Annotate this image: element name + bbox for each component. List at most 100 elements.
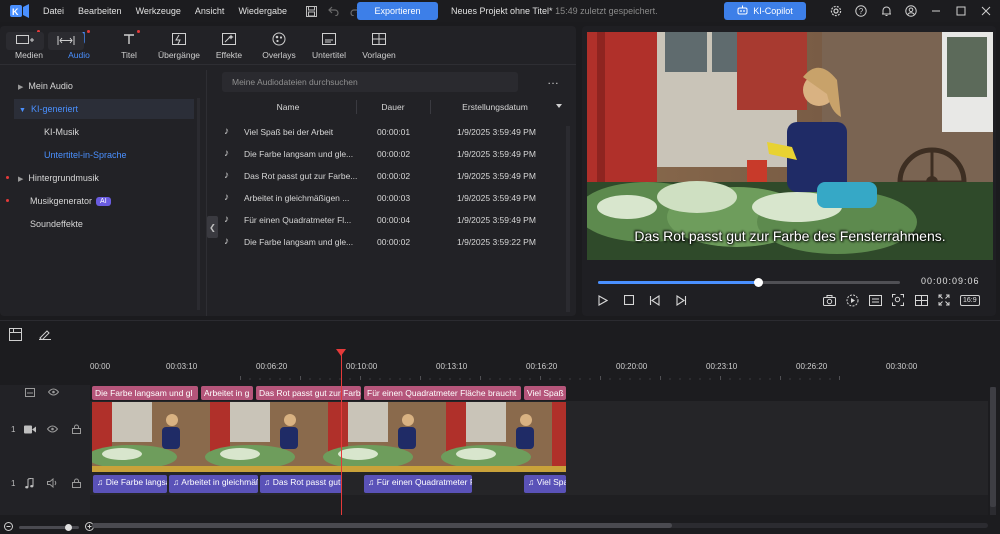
subtitle-clip[interactable]: Arbeitet in g (201, 386, 253, 400)
tab-untertitel[interactable]: Untertitel (304, 26, 354, 64)
subtitle-clip[interactable]: Viel Spaß (524, 386, 566, 400)
file-duration: 00:00:03 (377, 193, 411, 203)
close-icon[interactable] (980, 5, 992, 17)
maximize-icon[interactable] (955, 5, 967, 17)
visibility-eye-icon[interactable] (46, 425, 59, 435)
subtitle-clip[interactable]: Die Farbe langsam und gl (92, 386, 198, 400)
scroll-thumb[interactable] (92, 523, 672, 528)
video-track[interactable] (90, 401, 988, 473)
stop-icon[interactable] (622, 293, 636, 307)
playhead-handle[interactable] (336, 349, 346, 356)
subtitle-toggle-icon[interactable] (868, 293, 882, 307)
add-track-button[interactable] (6, 32, 44, 50)
tab-effekte[interactable]: Effekte (204, 26, 254, 64)
file-duration: 00:00:02 (377, 149, 411, 159)
menu-ansicht[interactable]: Ansicht (188, 0, 232, 22)
storyboard-icon[interactable] (8, 327, 22, 341)
lock-icon[interactable] (72, 478, 81, 490)
snapshot-camera-icon[interactable] (822, 293, 836, 307)
tree-item-musikgenerator[interactable]: Musikgenerator AI (6, 191, 198, 211)
lock-icon[interactable] (72, 424, 81, 436)
audio-clip[interactable]: ♫ Viel Spa (524, 475, 566, 493)
settings-gear-icon[interactable] (830, 5, 842, 17)
playback-seek-bar[interactable] (598, 278, 900, 287)
menu-bearbeiten[interactable]: Bearbeiten (71, 0, 129, 22)
file-created: 1/9/2025 3:59:49 PM (457, 127, 536, 137)
tab-overlays[interactable]: Overlays (254, 26, 304, 64)
audio-clip[interactable]: ♫ Für einen Quadratmeter F (364, 475, 472, 493)
column-header-name[interactable]: Name (220, 98, 356, 116)
minimize-icon[interactable] (930, 5, 942, 17)
audio-file-row[interactable]: ♪ Die Farbe langsam und gle... 00:00:02 … (220, 143, 564, 165)
undo-icon[interactable] (328, 5, 340, 17)
list-scrollbar[interactable] (566, 126, 570, 312)
empty-track[interactable] (90, 495, 988, 515)
tab-titel[interactable]: Titel (104, 26, 154, 64)
audio-clip[interactable]: ♫ Die Farbe langsa (93, 475, 167, 493)
ruler-tick-label: 00:26:20 (796, 362, 828, 371)
video-clip-thumbnails[interactable] (92, 402, 566, 472)
effects-icon (221, 32, 237, 46)
subtitle-clip[interactable]: Für einen Quadratmeter Fläche braucht (364, 386, 521, 400)
audio-file-row[interactable]: ♪ Die Farbe langsam und gle... 00:00:02 … (220, 231, 564, 253)
timeline-horizontal-scrollbar[interactable] (92, 523, 988, 528)
zoom-fit-icon[interactable] (891, 293, 905, 307)
audio-file-row[interactable]: ♪ Viel Spaß bei der Arbeit 00:00:01 1/9/… (220, 121, 564, 143)
playhead-line[interactable] (341, 349, 342, 515)
speaker-volume-icon[interactable] (47, 477, 58, 490)
column-header-duration[interactable]: Dauer (356, 98, 430, 116)
tree-item-hintergrundmusik[interactable]: ▶ Hintergrundmusik (6, 168, 198, 188)
audio-file-row[interactable]: ♪ Arbeitet in gleichmäßigen ... 00:00:03… (220, 187, 564, 209)
menu-werkzeuge[interactable]: Werkzeuge (129, 0, 188, 22)
more-options-icon[interactable]: … (544, 72, 562, 92)
tree-scrollbar[interactable] (197, 98, 200, 310)
video-camera-icon (24, 425, 36, 436)
export-button[interactable]: Exportieren (357, 2, 438, 20)
previous-frame-icon[interactable] (648, 293, 662, 307)
tree-item-ki-musik[interactable]: KI-Musik (44, 122, 194, 142)
audio-file-row[interactable]: ♪ Für einen Quadratmeter Fl... 00:00:04 … (220, 209, 564, 231)
tab-uebergaenge[interactable]: Übergänge (154, 26, 204, 64)
video-preview[interactable]: Das Rot passt gut zur Farbe des Fensterr… (587, 32, 993, 260)
tree-item-ki-generiert[interactable]: ▼ KI-generiert (14, 99, 194, 119)
preview-quality-icon[interactable] (845, 293, 859, 307)
notification-bell-icon[interactable] (880, 5, 892, 17)
account-icon[interactable] (905, 5, 917, 17)
help-icon[interactable]: ? (855, 5, 867, 17)
sort-descending-icon[interactable] (556, 104, 562, 108)
audio-file-row[interactable]: ♪ Das Rot passt gut zur Farbe... 00:00:0… (220, 165, 564, 187)
subtitle-track[interactable]: Die Farbe langsam und gl Arbeitet in g D… (90, 385, 988, 401)
zoom-slider-handle[interactable] (65, 524, 72, 531)
tree-item-untertitel-in-sprache[interactable]: Untertitel-in-Sprache (44, 145, 194, 165)
timeline-ruler[interactable]: 00:00 00:03:10 00:06:20 00:10:00 00:13:1… (90, 352, 990, 380)
audio-clip[interactable]: ♫ Das Rot passt gut (260, 475, 342, 493)
column-header-created[interactable]: Erstellungsdatum (430, 98, 560, 116)
safe-zone-grid-icon[interactable] (914, 293, 928, 307)
timeline-vertical-scrollbar[interactable] (990, 387, 996, 515)
fullscreen-expand-icon[interactable] (937, 293, 951, 307)
zoom-out-icon[interactable] (4, 522, 13, 533)
collapse-panel-chevron-left-icon[interactable]: ❮ (207, 216, 218, 238)
visibility-eye-icon[interactable] (47, 388, 60, 398)
audio-search-input[interactable]: Meine Audiodateien durchsuchen (222, 72, 518, 92)
ai-copilot-button[interactable]: KI-Copilot (724, 2, 806, 20)
menu-wiedergabe[interactable]: Wiedergabe (231, 0, 294, 22)
play-icon[interactable] (596, 293, 610, 307)
tree-item-mein-audio[interactable]: ▶ Mein Audio (18, 76, 198, 96)
audio-clip[interactable]: ♫ Arbeitet in gleichmäßi (169, 475, 258, 493)
scroll-thumb[interactable] (990, 387, 996, 507)
save-icon[interactable] (306, 5, 318, 17)
aspect-ratio-button[interactable]: 16:9 (960, 294, 980, 306)
tree-item-soundeffekte[interactable]: Soundeffekte (30, 214, 198, 234)
fit-timeline-button[interactable] (48, 32, 84, 50)
menu-datei[interactable]: Datei (36, 0, 71, 22)
subtitle-clip[interactable]: Das Rot passt gut zur Farb (256, 386, 361, 400)
tab-vorlagen[interactable]: Vorlagen (354, 26, 404, 64)
edit-pen-icon[interactable] (38, 327, 52, 341)
tab-label: Medien (15, 50, 43, 60)
audio-track[interactable]: ♫ Die Farbe langsa ♫ Arbeitet in gleichm… (90, 473, 988, 495)
seek-handle[interactable] (753, 278, 763, 287)
next-frame-icon[interactable] (674, 293, 688, 307)
zoom-slider[interactable] (19, 524, 79, 531)
tree-item-label: KI-Musik (44, 127, 80, 137)
